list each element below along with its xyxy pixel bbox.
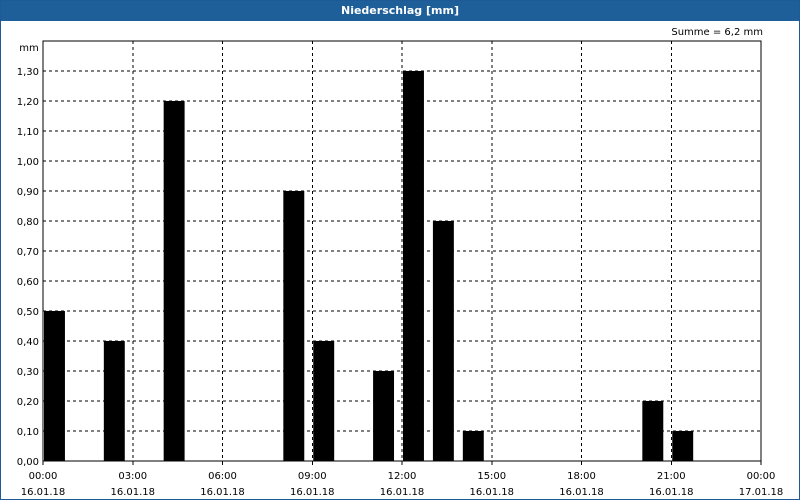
y-tick-label: 0,50 xyxy=(17,307,39,318)
x-tick-time-label: 18:00 xyxy=(567,471,596,482)
x-tick-time-label: 12:00 xyxy=(388,471,417,482)
x-tick-time-label: 06:00 xyxy=(208,471,237,482)
y-tick-label: 1,10 xyxy=(17,127,39,138)
bar xyxy=(373,371,395,461)
bar xyxy=(403,71,424,461)
chart-window: Niederschlag [mm] Summe = 6,2 mm 0,00 0,1… xyxy=(0,0,800,500)
y-tick-label: 0,90 xyxy=(17,187,39,198)
y-axis: 0,00 0,10 0,20 0,30 0,40 0,50 0,60 0,70 0,80 0,90… xyxy=(17,67,39,468)
x-tick-time-label: 00:00 xyxy=(29,471,58,482)
y-tick-label: 0,40 xyxy=(17,337,39,348)
bar xyxy=(44,311,65,461)
x-tick-date-label: 16.01.18 xyxy=(290,487,335,498)
bars xyxy=(44,71,694,461)
x-tick-date-label: 16.01.18 xyxy=(469,487,514,498)
y-tick-label: 0,80 xyxy=(17,217,39,228)
y-tick-label: 0,20 xyxy=(17,397,39,408)
bar xyxy=(462,431,484,461)
y-tick-label: 0,60 xyxy=(17,277,39,288)
bar xyxy=(283,191,305,461)
y-tick-label: 0,70 xyxy=(17,247,39,258)
bar xyxy=(672,431,694,461)
y-axis-unit: mm xyxy=(19,43,38,54)
bar xyxy=(103,341,125,461)
x-tick-date-label: 16.01.18 xyxy=(559,487,604,498)
x-tick-time-label: 21:00 xyxy=(657,471,686,482)
bar xyxy=(163,101,185,461)
bar xyxy=(313,341,335,461)
x-axis: 00:00 16.01.18 03:00 16.01.18 06:00 16.01.18 0… xyxy=(21,461,784,498)
x-tick-date-label: 16.01.18 xyxy=(380,487,425,498)
x-tick-date-label: 16.01.18 xyxy=(649,487,694,498)
x-tick-time-label: 03:00 xyxy=(118,471,147,482)
x-tick-date-label: 16.01.18 xyxy=(21,487,66,498)
bar xyxy=(432,221,454,461)
y-tick-label: 0,30 xyxy=(17,367,39,378)
y-tick-label: 0,00 xyxy=(17,457,39,468)
x-tick-time-label: 09:00 xyxy=(298,471,327,482)
x-tick-time-label: 15:00 xyxy=(477,471,506,482)
y-tick-label: 0,10 xyxy=(17,427,39,438)
y-tick-label: 1,00 xyxy=(17,157,39,168)
x-tick-date-label: 17.01.18 xyxy=(739,487,784,498)
bar xyxy=(642,401,664,461)
x-tick-date-label: 16.01.18 xyxy=(110,487,155,498)
precipitation-chart: 0,00 0,10 0,20 0,30 0,40 0,50 0,60 0,70 0,80 0,90… xyxy=(17,40,784,498)
x-tick-date-label: 16.01.18 xyxy=(200,487,245,498)
y-tick-label: 1,20 xyxy=(17,97,39,108)
x-tick-time-label: 00:00 xyxy=(747,471,776,482)
y-tick-label: 1,30 xyxy=(17,67,39,78)
grid xyxy=(43,41,761,461)
